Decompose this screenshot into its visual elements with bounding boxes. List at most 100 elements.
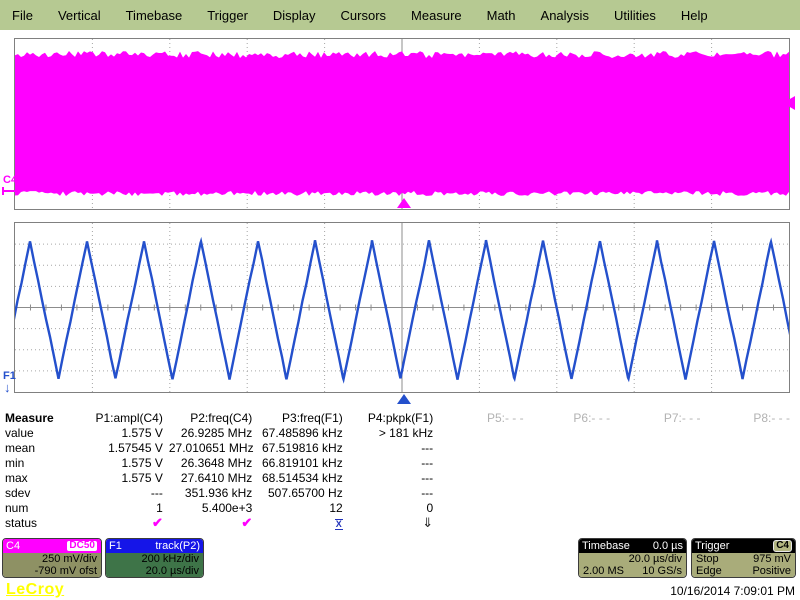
menu-item-trigger[interactable]: Trigger [207,8,248,23]
measure-cell-p4-sdev: --- [349,485,439,500]
menu-item-file[interactable]: File [12,8,33,23]
measure-col-header-p3[interactable]: P3:freq(F1) [258,410,348,425]
measure-cell-p8-min [707,455,796,470]
menu-item-utilities[interactable]: Utilities [614,8,656,23]
measure-cell-p8-value [707,425,796,440]
measure-cell-p2-num: 5.400e+3 [169,500,258,515]
c4-offset-marker-icon[interactable] [2,190,17,192]
f1-trigger-time-marker-icon[interactable] [397,394,411,404]
timebase-rate: 10 GS/s [642,565,682,577]
trigger-slope: Positive [752,565,791,577]
menu-item-help[interactable]: Help [681,8,708,23]
measure-cell-p5-min [439,455,529,470]
datetime-stamp: 10/16/2014 7:09:01 PM [670,584,795,598]
measure-col-header-p7[interactable]: P7:- - - [616,410,706,425]
timebase-descriptor-box[interactable]: Timebase 0.0 µs 20.0 µs/div 2.00 MS 10 G… [578,538,687,578]
menu-item-math[interactable]: Math [487,8,516,23]
measure-cell-p3-value: 67.485896 kHz [258,425,348,440]
menu-item-analysis[interactable]: Analysis [541,8,589,23]
f1-units-per-div: 200 kHz/div [110,553,199,565]
measure-table: MeasureP1:ampl(C4)P2:freq(C4)P3:freq(F1)… [0,410,800,531]
measure-cell-p3-sdev: 507.65700 Hz [258,485,348,500]
measure-cell-p4-num: 0 [349,500,439,515]
measure-cell-p1-max: 1.575 V [78,470,168,485]
measure-col-header-p5[interactable]: P5:- - - [439,410,529,425]
c4-coupling-badge: DC50 [66,540,98,552]
measure-cell-p6-min [530,455,616,470]
measure-cell-p7-max [616,470,706,485]
measure-cell-p8-sdev [707,485,796,500]
measure-status-p2: ✔ [169,515,258,531]
measure-cell-p4-mean: --- [349,440,439,455]
measure-col-header-p1[interactable]: P1:ampl(C4) [78,410,168,425]
trigger-descriptor-box[interactable]: Trigger C4 Stop 975 mV Edge Positive [691,538,796,578]
measure-cell-p7-num [616,500,706,515]
measure-cell-p2-sdev: 351.936 kHz [169,485,258,500]
measure-row-label-status: status [0,515,78,531]
timebase-label: Timebase [582,540,630,552]
trigger-time-marker-icon[interactable] [397,198,411,208]
measure-row-label-max: max [0,470,78,485]
measure-col-header-p2[interactable]: P2:freq(C4) [169,410,258,425]
f1-waveform [15,223,789,392]
measure-cell-p1-num: 1 [78,500,168,515]
measure-cell-p3-mean: 67.519816 kHz [258,440,348,455]
status-pending-icon: X [335,519,343,530]
trigger-mode: Stop [696,553,719,565]
measure-cell-p8-mean [707,440,796,455]
measure-status-p7 [616,515,706,531]
measure-cell-p2-mean: 27.010651 MHz [169,440,258,455]
timebase-samples: 2.00 MS [583,565,624,577]
c4-descriptor-box[interactable]: C4 DC50 250 mV/div -790 mV ofst [2,538,102,578]
menu-item-cursors[interactable]: Cursors [341,8,387,23]
measure-row-label-num: num [0,500,78,515]
measure-row-label-mean: mean [0,440,78,455]
measure-cell-p1-min: 1.575 V [78,455,168,470]
measure-cell-p6-num [530,500,616,515]
oscilloscope-screen: File Vertical Timebase Trigger Display Cursor… [0,0,800,600]
f1-descriptor-name: F1 [109,540,122,552]
measure-status-p6 [530,515,616,531]
measure-cell-p5-max [439,470,529,485]
c4-descriptor-name: C4 [6,540,20,552]
measure-cell-p4-min: --- [349,455,439,470]
c4-offset: -790 mV ofst [7,565,97,577]
measure-status-p8 [707,515,796,531]
measure-cell-p4-value: > 181 kHz [349,425,439,440]
c4-channel-label[interactable]: C4 [3,174,17,186]
menu-item-measure[interactable]: Measure [411,8,462,23]
measure-cell-p5-value [439,425,529,440]
measure-title: Measure [0,410,78,425]
measure-cell-p6-sdev [530,485,616,500]
measure-col-header-p4[interactable]: P4:pkpk(F1) [349,410,439,425]
trigger-level: 975 mV [753,553,791,565]
measure-col-header-p6[interactable]: P6:- - - [530,410,616,425]
measure-cell-p2-max: 27.6410 MHz [169,470,258,485]
menu-item-vertical[interactable]: Vertical [58,8,101,23]
measure-cell-p1-mean: 1.57545 V [78,440,168,455]
lecroy-logo: LeCroy [6,581,64,599]
f1-waveform-grid[interactable] [14,222,790,393]
trigger-type: Edge [696,565,722,577]
c4-volts-per-div: 250 mV/div [7,553,97,565]
measure-status-p1: ✔ [78,515,168,531]
menu-item-display[interactable]: Display [273,8,316,23]
f1-descriptor-box[interactable]: F1 track(P2) 200 kHz/div 20.0 µs/div [105,538,204,578]
measure-col-header-p8[interactable]: P8:- - - [707,410,796,425]
measure-cell-p1-value: 1.575 V [78,425,168,440]
measure-cell-p5-sdev [439,485,529,500]
status-low-icon: ⇓ [422,515,433,530]
menu-bar: File Vertical Timebase Trigger Display Cursor… [0,0,800,30]
c4-waveform-grid[interactable] [14,38,790,210]
trigger-level-marker-icon[interactable] [783,96,795,110]
measure-status-p4: ⇓ [349,515,439,531]
measure-row-label-min: min [0,455,78,470]
measure-cell-p5-mean [439,440,529,455]
trigger-source-badge: C4 [773,540,792,552]
menu-item-timebase[interactable]: Timebase [126,8,183,23]
measure-cell-p3-max: 68.514534 kHz [258,470,348,485]
f1-function-label: track(P2) [155,540,200,552]
trigger-label: Trigger [695,540,729,552]
measure-status-p5 [439,515,529,531]
measure-status-p3: X [258,515,348,531]
